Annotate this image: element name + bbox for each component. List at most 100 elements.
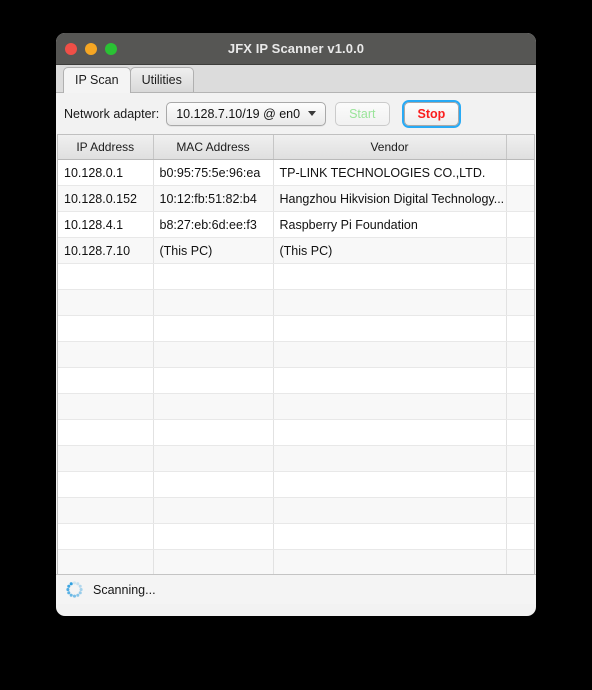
table-cell	[506, 289, 534, 316]
network-adapter-value: 10.128.7.10/19 @ en0	[176, 106, 301, 121]
loading-spinner-icon	[66, 581, 83, 598]
table-cell	[506, 211, 534, 238]
table-cell	[58, 471, 154, 498]
network-adapter-label: Network adapter:	[64, 106, 160, 121]
table-row[interactable]	[58, 263, 534, 290]
table-cell	[153, 341, 274, 368]
table-cell: (This PC)	[153, 237, 274, 264]
table-cell	[506, 471, 534, 498]
app-window: JFX IP Scanner v1.0.0 IP Scan Utilities …	[56, 33, 536, 616]
maximize-button[interactable]	[105, 42, 117, 55]
window-title: JFX IP Scanner v1.0.0	[227, 41, 365, 56]
table-cell	[506, 393, 534, 420]
table-cell	[273, 341, 507, 368]
table-cell	[153, 289, 274, 316]
table-cell	[506, 445, 534, 472]
status-text: Scanning...	[93, 582, 156, 597]
table-row[interactable]: 10.128.4.1 b8:27:eb:6d:ee:f3 Raspberry Pi …	[58, 211, 534, 238]
table-row[interactable]	[58, 341, 534, 368]
column-header-vendor[interactable]: Vendor	[273, 135, 507, 160]
column-header-extra[interactable]	[506, 135, 534, 160]
table-cell: Hangzhou Hikvision Digital Technology...	[273, 185, 507, 212]
table-row[interactable]: 10.128.0.1 b0:95:75:5e:96:ea TP-LINK TECHN…	[58, 159, 534, 186]
table-cell	[58, 445, 154, 472]
start-button[interactable]: Start	[335, 101, 390, 126]
title-bar: JFX IP Scanner v1.0.0	[56, 33, 536, 65]
table-cell: TP-LINK TECHNOLOGIES CO.,LTD.	[273, 159, 507, 186]
table-cell: 10.128.0.152	[58, 185, 154, 212]
table-cell	[58, 315, 154, 342]
table-cell	[273, 419, 507, 446]
table-cell	[153, 549, 274, 574]
results-table: IP Address MAC Address Vendor 10.128.0.1…	[58, 135, 534, 574]
table-cell	[153, 367, 274, 394]
table-row[interactable]: 10.128.7.10 (This PC) (This PC)	[58, 237, 534, 264]
table-cell	[273, 367, 507, 394]
table-cell: 10.128.0.1	[58, 159, 154, 186]
close-button[interactable]	[65, 42, 77, 55]
toolbar: Network adapter: 10.128.7.10/19 @ en0 St…	[56, 93, 536, 134]
table-row[interactable]	[58, 419, 534, 446]
table-cell	[58, 419, 154, 446]
table-row[interactable]: 10.128.0.152 10:12:fb:51:82:b4 Hangzhou Hi…	[58, 185, 534, 212]
table-cell	[58, 341, 154, 368]
table-cell	[273, 523, 507, 550]
table-cell	[273, 315, 507, 342]
table-cell	[506, 315, 534, 342]
table-cell	[153, 471, 274, 498]
table-cell	[273, 263, 507, 290]
table-cell	[273, 549, 507, 574]
table-row[interactable]	[58, 497, 534, 524]
table-row[interactable]	[58, 367, 534, 394]
table-cell	[153, 445, 274, 472]
table-cell	[58, 263, 154, 290]
tab-utilities[interactable]: Utilities	[129, 67, 194, 92]
chevron-down-icon	[308, 111, 317, 116]
table-cell	[506, 237, 534, 264]
table-cell	[506, 341, 534, 368]
table-cell	[58, 549, 154, 574]
tab-bar: IP Scan Utilities	[56, 65, 536, 93]
table-row[interactable]	[58, 289, 534, 316]
table-cell	[58, 393, 154, 420]
network-adapter-select[interactable]: 10.128.7.10/19 @ en0	[166, 101, 327, 126]
table-cell: 10:12:fb:51:82:b4	[153, 185, 274, 212]
table-cell	[58, 367, 154, 394]
table-cell	[273, 289, 507, 316]
table-cell	[506, 419, 534, 446]
table-cell	[506, 367, 534, 394]
table-cell	[506, 523, 534, 550]
table-header-row: IP Address MAC Address Vendor	[58, 135, 534, 160]
column-header-mac-address[interactable]: MAC Address	[153, 135, 274, 160]
table-row[interactable]	[58, 445, 534, 472]
table-cell	[153, 315, 274, 342]
table-cell: b8:27:eb:6d:ee:f3	[153, 211, 274, 238]
table-cell	[506, 549, 534, 574]
table-cell	[58, 289, 154, 316]
table-cell: Raspberry Pi Foundation	[273, 211, 507, 238]
minimize-button[interactable]	[85, 42, 97, 55]
table-cell: (This PC)	[273, 237, 507, 264]
table-cell	[506, 159, 534, 186]
table-cell	[506, 185, 534, 212]
table-cell	[273, 445, 507, 472]
table-row[interactable]	[58, 471, 534, 498]
table-cell	[506, 497, 534, 524]
table-cell	[273, 393, 507, 420]
table-row[interactable]	[58, 549, 534, 574]
table-row[interactable]	[58, 523, 534, 550]
tab-ip-scan[interactable]: IP Scan	[63, 67, 131, 93]
status-bar: Scanning...	[56, 574, 536, 604]
table-cell: b0:95:75:5e:96:ea	[153, 159, 274, 186]
column-header-ip-address[interactable]: IP Address	[58, 135, 154, 160]
table-row[interactable]	[58, 393, 534, 420]
scan-results-table: IP Address MAC Address Vendor 10.128.0.1…	[57, 134, 535, 574]
table-cell	[153, 523, 274, 550]
stop-button[interactable]: Stop	[401, 99, 462, 128]
table-row[interactable]	[58, 315, 534, 342]
table-cell	[153, 393, 274, 420]
table-cell	[153, 497, 274, 524]
table-cell	[153, 263, 274, 290]
table-cell	[153, 419, 274, 446]
table-cell	[58, 497, 154, 524]
